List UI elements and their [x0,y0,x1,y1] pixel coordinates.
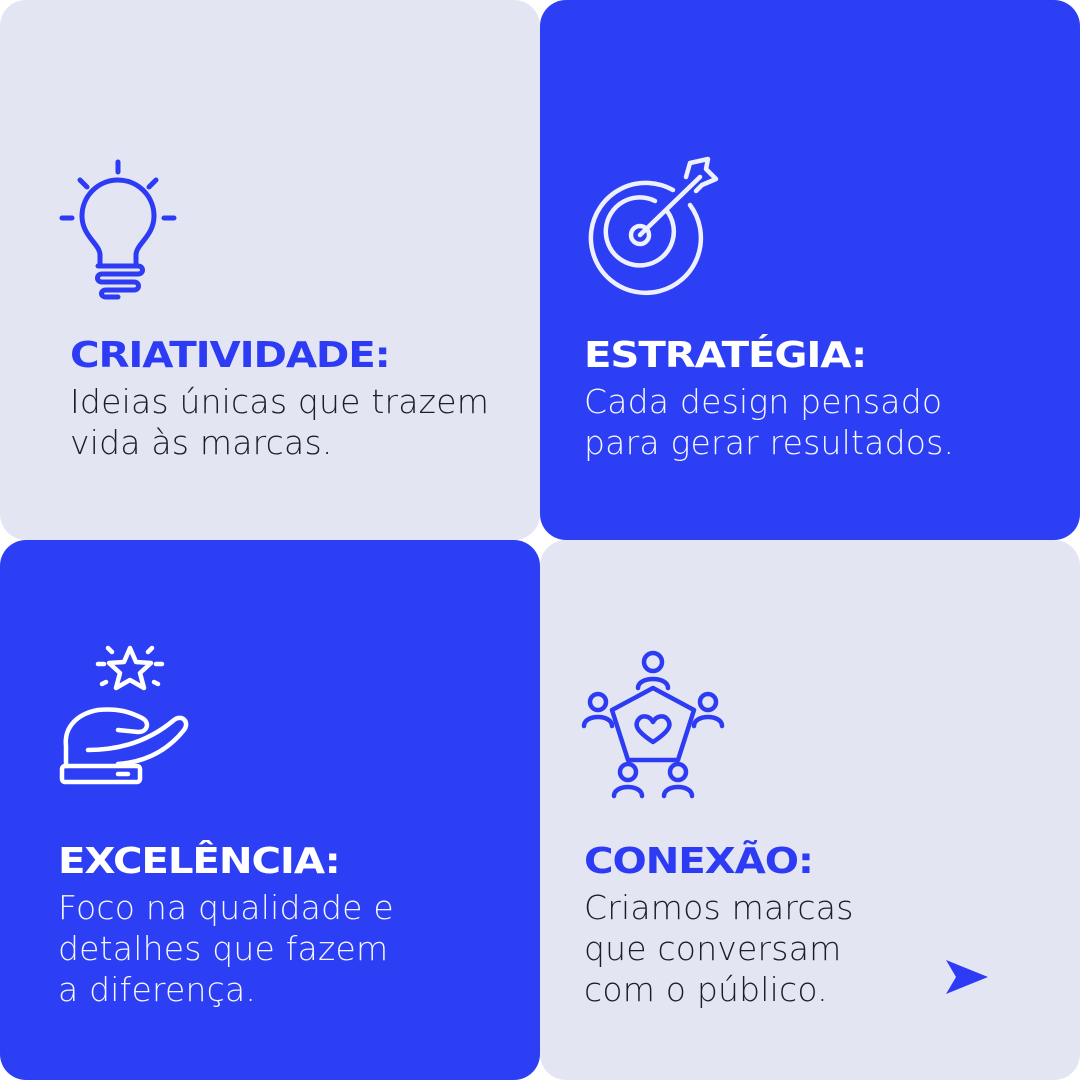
hand-star-icon [58,638,198,790]
card-description: Foco na qualidade e detalhes que fazem a… [58,887,394,1010]
description-line: Ideias únicas que trazem [70,382,490,421]
card-excelencia: Excelência: Foco na qualidade e detalhes… [0,540,540,1080]
card-description: Cada design pensado para gerar resultado… [584,381,954,463]
card-title: Criatividade: [70,335,391,376]
description-line: que conversam [584,929,842,968]
arrow-right-icon [946,960,988,994]
card-title: Excelência: [58,841,341,882]
description-line: detalhes que fazem [58,929,389,968]
people-network-heart-icon [581,648,725,800]
description-line: Cada design pensado [584,382,943,421]
card-title: Conexão: [584,841,814,882]
description-line: Foco na qualidade e [58,888,394,927]
description-line: Criamos marcas [584,888,854,927]
card-estrategia: Estratégia: Cada design pensado para ger… [540,0,1080,540]
description-line: a diferença. [58,970,257,1009]
card-description: Ideias únicas que trazem vida às marcas. [70,381,489,463]
description-line: para gerar resultados. [584,423,955,462]
card-description: Criamos marcas que conversam com o públi… [584,887,854,1010]
card-conexao: Conexão: Criamos marcas que conversam co… [540,540,1080,1080]
card-title: Estratégia: [584,335,867,376]
description-line: vida às marcas. [70,423,333,462]
card-criatividade: Criatividade: Ideias únicas que trazem v… [0,0,540,540]
next-arrow-button[interactable] [944,958,990,996]
lightbulb-icon [58,158,178,303]
target-arrow-icon [580,155,720,296]
description-line: com o público. [584,970,828,1009]
